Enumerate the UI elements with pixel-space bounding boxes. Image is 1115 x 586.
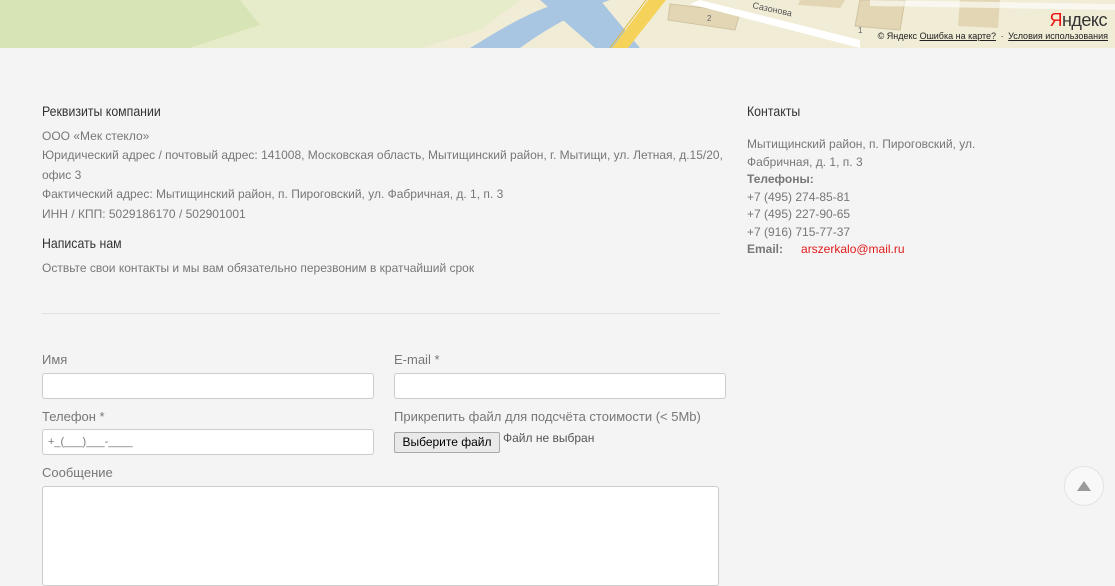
requisites-inn-kpp: ИНН / КПП: 5029186170 / 502901001 [42,207,246,221]
separator: · [1000,31,1004,41]
map-copyright: © Яндекс Ошибка на карте? · Условия испо… [878,31,1108,41]
choose-file-button[interactable]: Выберите файл [394,432,500,453]
message-textarea[interactable] [42,486,719,586]
copyright-text: © Яндекс [877,31,918,41]
map-terms-link[interactable]: Условия использования [1008,31,1108,41]
requisites-legal-address-office: офис 3 [42,168,82,182]
email-link[interactable]: arszerkalo@mail.ru [801,242,905,256]
phone-3: +7 (916) 715-77-37 [747,225,851,239]
email-row: Email: arszerkalo@mail.ru [747,241,905,259]
write-us-title: Написать нам [42,235,122,251]
contacts-address-line1: Мытищинский район, п. Пироговский, ул. [747,137,976,151]
scroll-to-top-button[interactable] [1064,466,1104,506]
email-field-label: E-mail * [394,352,440,367]
file-label: Прикрепить файл для подсчёта стоимости (… [394,409,701,424]
phone-input[interactable] [42,429,374,455]
svg-text:1: 1 [858,26,863,35]
map[interactable]: 2 1 Сазонова Яндекс © Яндекс Ошибка на к… [0,0,1115,48]
divider [42,313,720,314]
contacts-address-line2: Фабричная, д. 1, п. 3 [747,155,863,169]
phones-label: Телефоны: [747,172,814,186]
name-label: Имя [42,352,68,367]
phone-label: Телефон * [42,409,105,424]
message-label: Сообщение [42,465,113,480]
email-label: Email: [747,242,784,256]
requisites-company-name: ООО «Мек стекло» [42,129,150,143]
yandex-logo: Яндекс [1049,10,1107,30]
contacts-title: Контакты [747,103,801,119]
phone-1: +7 (495) 274-85-81 [747,190,851,204]
file-status: Файл не выбран [503,431,595,445]
svg-text:2: 2 [707,14,712,23]
requisites-title: Реквизиты компании [42,103,161,119]
write-us-subtitle: Оствьте свои контакты и мы вам обязатель… [42,261,475,275]
map-error-link[interactable]: Ошибка на карте? [920,31,997,41]
name-input[interactable] [42,373,374,399]
arrow-up-icon [1077,481,1091,491]
requisites-actual-address: Фактический адрес: Мытищинский район, п.… [42,187,504,201]
email-input[interactable] [394,373,726,399]
requisites-legal-address: Юридический адрес / почтовый адрес: 1410… [42,148,723,162]
phone-2: +7 (495) 227-90-65 [747,207,851,221]
